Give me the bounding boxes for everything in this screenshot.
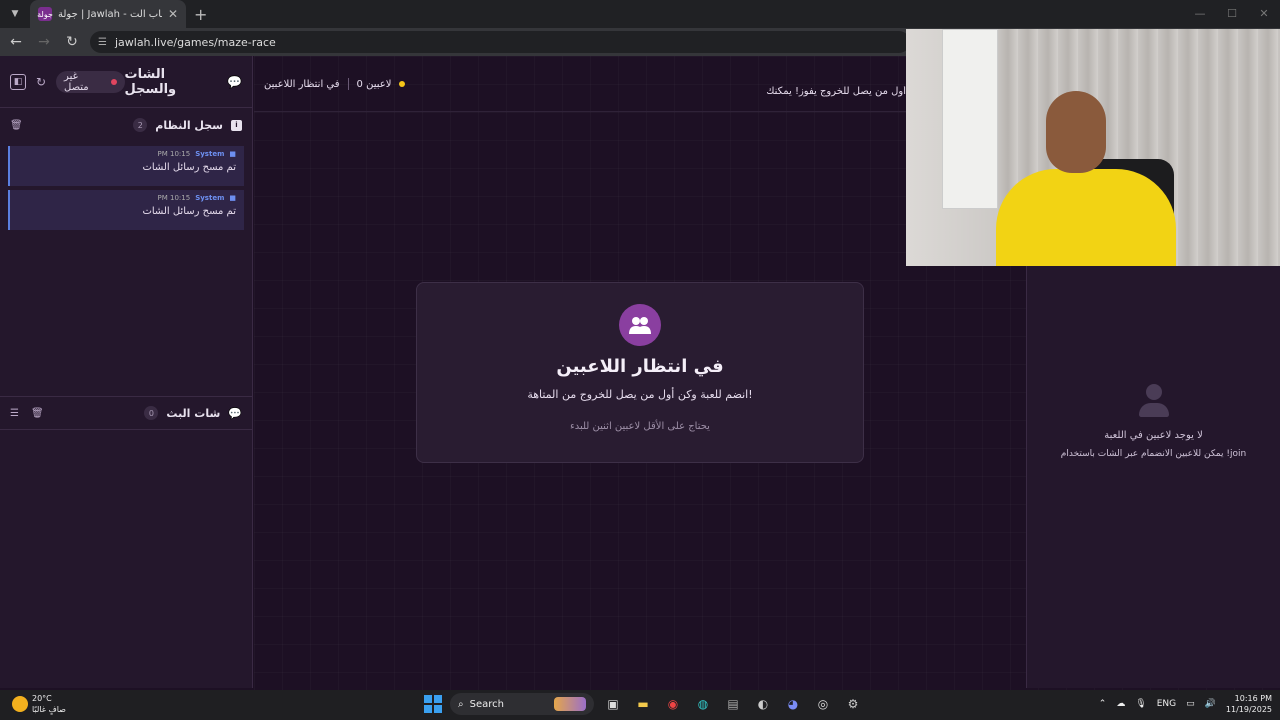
sidebar-title: الشات والسجل 💬 (125, 67, 242, 97)
connection-status-text: غير متصل (64, 70, 89, 93)
url-field[interactable]: ☰ jawlah.live/games/maze-race (90, 31, 910, 53)
refresh-icon[interactable]: ↻ (36, 75, 46, 89)
instructions-ticker: أول من يصل للخروج يفوز! يمكنك ... (764, 86, 906, 97)
settings-gear-icon[interactable]: ⚙ (842, 693, 864, 715)
chat-sidebar: ◧ ↻ غير متصل الشات والسجل 💬 🗑 2 سجل النظ… (0, 56, 253, 688)
cloud-icon[interactable]: ☁ (1116, 699, 1125, 709)
system-tray: ⌃ ☁ 🎙 ENG ▭ 🔊 10:16 PM 11/19/2025 (1099, 693, 1272, 715)
webcam-person-head (1046, 91, 1106, 173)
system-log-header: 🗑 2 سجل النظام i (0, 108, 252, 142)
steam-icon[interactable]: ◎ (812, 693, 834, 715)
network-icon[interactable]: ▭ (1186, 699, 1195, 709)
site-favicon: جولة (37, 7, 53, 21)
message-text: تم مسح رسائل الشات (142, 206, 236, 217)
weather-desc: صافٍ غالبًا (32, 705, 66, 714)
empty-user-icon (1138, 384, 1169, 418)
players-panel: لا يوجد لاعبين في اللعبة يمكن للاعبين ال… (1026, 266, 1280, 688)
tab-title: جولة | Jawlah - منصة الألعاب الت... (58, 8, 162, 20)
waiting-dot-icon (399, 81, 406, 87)
sidebar-header: ◧ ↻ غير متصل الشات والسجل 💬 (0, 56, 252, 108)
chrome-icon[interactable]: ◉ (662, 693, 684, 715)
window-controls: — ☐ ✕ (1184, 0, 1280, 28)
waiting-subtitle: انضم للعبة وكن أول من يصل للخروج من المت… (527, 388, 753, 401)
system-message: ■ System 10:15 PM تم مسح رسائل الشات (8, 146, 244, 186)
join-hint-text: يمكن للاعبين الانضمام عبر الشات باستخدام… (1060, 449, 1247, 459)
weather-widget[interactable]: 20°C صافٍ غالبًا (12, 693, 66, 715)
reload-button[interactable]: ↻ (60, 30, 84, 54)
offline-dot-icon (110, 78, 117, 85)
microphone-icon[interactable]: 🎙 (1135, 699, 1146, 709)
clear-log-trash-icon[interactable]: 🗑 (10, 120, 23, 131)
stream-chat-title: شات البث (166, 406, 221, 420)
search-highlight-art (554, 697, 586, 711)
message-sender: System (195, 194, 225, 202)
volume-icon[interactable]: 🔊 (1205, 699, 1216, 709)
no-players-text: لا يوجد لاعبين في اللعبة (1104, 430, 1203, 441)
close-tab-icon[interactable]: ✕ (168, 7, 178, 21)
clock-time: 10:16 PM (1234, 694, 1272, 703)
edge-icon[interactable]: ◍ (692, 693, 714, 715)
maximize-button[interactable]: ☐ (1216, 0, 1248, 28)
new-tab-button[interactable]: + (194, 5, 207, 24)
webcam-shelf (942, 29, 998, 209)
weather-sun-icon (12, 696, 28, 712)
tab-search-menu-button[interactable]: ▼ (4, 3, 26, 25)
obs-icon[interactable]: ◐ (752, 693, 774, 715)
connection-status-badge: غير متصل (56, 70, 125, 93)
discord-icon[interactable]: ◕ (782, 693, 804, 715)
chat-bubble-icon: 💬 (228, 406, 242, 420)
message-text: تم مسح رسائل الشات (142, 162, 236, 173)
sidebar-title-text: الشات والسجل (124, 66, 177, 97)
webcam-overlay (906, 29, 1280, 266)
file-explorer-icon[interactable]: ▬ (632, 693, 654, 715)
browser-tab-bar: ▼ جولة جولة | Jawlah - منصة الألعاب الت.… (0, 0, 1280, 28)
clock[interactable]: 10:16 PM 11/19/2025 (1226, 693, 1272, 715)
task-view-icon[interactable]: ▣ (602, 693, 624, 715)
message-sender: System (195, 150, 225, 158)
waiting-title: في انتظار اللاعبين (556, 356, 724, 377)
game-status: في انتظار اللاعبين 0 لاعبين (264, 78, 406, 90)
chat-bubble-icon: 💬 (227, 74, 242, 89)
stream-chat-header: ☰ 🗑 0 شات البث 💬 (0, 396, 252, 430)
stream-chat-count: 0 (144, 406, 159, 420)
url-text: jawlah.live/games/maze-race (114, 35, 276, 49)
browser-tab[interactable]: جولة جولة | Jawlah - منصة الألعاب الت...… (30, 0, 186, 28)
waiting-hint: يحتاج على الأقل لاعبين اثنين للبدء (570, 421, 710, 432)
chevron-up-icon[interactable]: ⌃ (1099, 699, 1107, 709)
taskbar-apps: ⌕ Search ▣ ▬ ◉ ◍ ▤ ◐ ◕ ◎ ⚙ (424, 693, 864, 715)
game-state-text: في انتظار اللاعبين (264, 78, 340, 90)
temperature: 20°C (32, 694, 52, 703)
align-icon[interactable]: ☰ (10, 408, 19, 419)
search-label: Search (469, 698, 504, 710)
store-icon[interactable]: ▤ (722, 693, 744, 715)
search-icon: ⌕ (458, 698, 464, 710)
back-button[interactable]: ← (4, 30, 28, 54)
player-count: 0 لاعبين (356, 78, 392, 90)
waiting-card: في انتظار اللاعبين انضم للعبة وكن أول من… (416, 282, 864, 463)
site-info-icon[interactable]: ☰ (98, 37, 107, 48)
system-log-title: سجل النظام (155, 118, 223, 132)
divider (347, 78, 349, 90)
info-icon: i (231, 119, 242, 131)
language-indicator[interactable]: ENG (1157, 699, 1176, 709)
message-time: 10:15 PM (157, 194, 191, 202)
message-time: 10:15 PM (157, 150, 191, 158)
collapse-sidebar-icon[interactable]: ◧ (10, 73, 26, 90)
forward-button[interactable]: → (32, 30, 56, 54)
start-button[interactable] (424, 695, 442, 713)
users-icon (619, 304, 661, 346)
clear-stream-trash-icon[interactable]: 🗑 (31, 408, 44, 419)
clock-date: 11/19/2025 (1225, 705, 1272, 714)
message-bubble-icon: ■ (229, 150, 236, 158)
taskbar: 20°C صافٍ غالبًا ⌕ Search ▣ ▬ ◉ ◍ ▤ ◐ ◕ … (0, 690, 1280, 720)
minimize-button[interactable]: — (1184, 0, 1216, 28)
close-window-button[interactable]: ✕ (1248, 0, 1280, 28)
system-log-count: 2 (133, 118, 148, 132)
system-message: ■ System 10:15 PM تم مسح رسائل الشات (8, 190, 244, 230)
taskbar-search[interactable]: ⌕ Search (450, 693, 594, 715)
message-bubble-icon: ■ (229, 194, 236, 202)
webcam-person-shirt (996, 169, 1176, 266)
